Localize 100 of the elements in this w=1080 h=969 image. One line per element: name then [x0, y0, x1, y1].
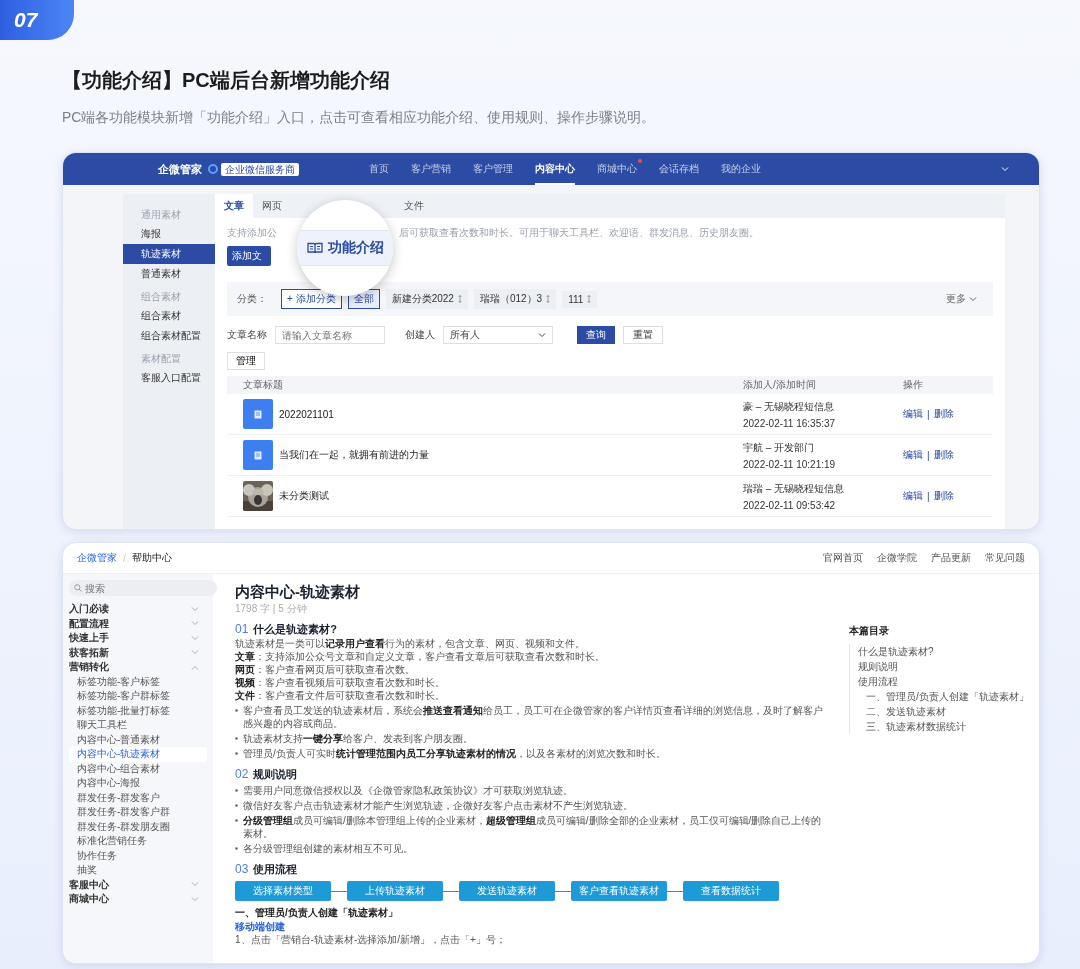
toc-link[interactable]: 二、发送轨迹素材 [866, 704, 946, 719]
delete-link[interactable]: 删除 [933, 407, 954, 421]
nav-item[interactable]: 内容中心-普通素材 [69, 732, 207, 747]
query-button[interactable]: 查询 [577, 326, 615, 344]
section-number: 02 [235, 766, 249, 782]
nav-section[interactable]: 获客拓新 [69, 645, 207, 660]
document-thumbnail [243, 440, 273, 470]
nav-item[interactable]: 协作任务 [69, 848, 207, 863]
section-number: 03 [235, 861, 249, 877]
top-link[interactable]: 产品更新 [931, 551, 971, 565]
bullet-text: 微信好友客户点击轨迹素材才能产生浏览轨迹，企微好友客户点击素材不产生浏览轨迹。 [243, 799, 633, 812]
top-link[interactable]: 企微学院 [877, 551, 917, 565]
document-thumbnail [243, 399, 273, 429]
tab[interactable]: 网页 [253, 194, 291, 218]
tab[interactable]: 文章 [215, 194, 253, 218]
nav-section[interactable]: 客服中心 [69, 877, 207, 892]
nav-tab[interactable]: 客户管理 [473, 153, 513, 185]
paragraph: 轨迹素材是一类可以记录用户查看行为的素材，包含文章、网页、视频和文件。 [235, 637, 586, 650]
nav-item[interactable]: 内容中心-轨迹素材 [69, 747, 207, 762]
column-header: 文章标题 [242, 378, 284, 392]
description-text: 支持添加公 [227, 226, 277, 240]
nav-tab[interactable]: 客户营销 [411, 153, 451, 185]
book-icon [306, 242, 323, 254]
nav-section[interactable]: 配置流程 [69, 616, 207, 631]
sidebar-item[interactable]: 普通素材 [123, 264, 215, 284]
add-button[interactable]: 添加文 [227, 246, 271, 266]
adder-text: 豪 – 无锡晓程短信息 [743, 399, 836, 414]
nav-item[interactable]: 内容中心-组合素材 [69, 761, 207, 776]
up-down-icon [546, 295, 551, 303]
edit-link[interactable]: 编辑 [903, 448, 923, 462]
category-chip[interactable]: 新建分类2022 [385, 289, 468, 309]
sidebar-group-label: 通用素材 [140, 208, 182, 222]
nav-item[interactable]: 标签功能-客户标签 [69, 674, 207, 689]
edit-link[interactable]: 编辑 [903, 489, 923, 503]
bullet-text: 各分级管理组创建的素材相互不可见。 [243, 842, 413, 855]
nav-item[interactable]: 标签功能-客户群标签 [69, 689, 207, 704]
nav-section[interactable]: 商城中心 [69, 892, 207, 907]
nav-item[interactable]: 聊天工具栏 [69, 718, 207, 733]
search-field[interactable]: 搜索 [69, 580, 217, 596]
edit-link[interactable]: 编辑 [903, 407, 923, 421]
nav-item[interactable]: 群发任务-群发客户群 [69, 805, 207, 820]
sidebar-item[interactable]: 组合素材配置 [123, 326, 215, 346]
breadcrumb-link[interactable]: 企微管家 [77, 551, 117, 565]
sidebar-item[interactable]: 组合素材 [123, 306, 215, 326]
nav-tab[interactable]: 首页 [369, 153, 389, 185]
section-heading: 使用流程 [253, 862, 298, 877]
separator-text: | [927, 449, 930, 461]
toc-link[interactable]: 三、轨迹素材数据统计 [866, 719, 966, 734]
top-link[interactable]: 常见问题 [985, 551, 1025, 565]
toc-link[interactable]: 规则说明 [858, 659, 898, 674]
article-title: 内容中心-轨迹素材 [235, 582, 361, 602]
description-text: 后可获取查看次数和时长。可用于聊天工具栏、欢迎语、群发消息、历史朋友圈。 [399, 226, 759, 240]
sidebar-item[interactable]: 轨迹素材 [123, 244, 215, 264]
nav-tab[interactable]: 商城中心 [597, 153, 637, 185]
added-time: 2022-02-11 16:35:37 [743, 417, 837, 429]
toc-link[interactable]: 一、管理员/负责人创建「轨迹素材」 [866, 689, 1029, 704]
nav-section[interactable]: 快速上手 [69, 631, 207, 646]
add-category-button[interactable]: + 添加分类 [281, 289, 342, 309]
chevron-down-icon [1001, 166, 1009, 172]
creator-dropdown[interactable]: 所有人 [443, 326, 553, 344]
toc-link[interactable]: 使用流程 [858, 674, 898, 689]
sidebar-item[interactable]: 海报 [123, 224, 215, 244]
paragraph: 1、点击「营销台-轨迹素材-选择添加/新增」，点击「+」号； [235, 933, 507, 946]
delete-link[interactable]: 删除 [933, 448, 954, 462]
nav-item[interactable]: 群发任务-群发客户 [69, 790, 207, 805]
sidebar-item[interactable]: 客服入口配置 [123, 368, 215, 388]
bullet-text: 轨迹素材支持一键分享给客户、发表到客户朋友圈。 [243, 732, 473, 745]
nav-tab[interactable]: 会话存档 [659, 153, 699, 185]
toc-link[interactable]: 什么是轨迹素材? [858, 644, 934, 659]
nav-item[interactable]: 内容中心-海报 [69, 776, 207, 791]
product-name: 企微管家 [158, 161, 202, 177]
article-meta: 1798 字 | 5 分钟 [235, 602, 308, 615]
delete-link[interactable]: 删除 [933, 489, 954, 503]
nav-item[interactable]: 标签功能-批量打标签 [69, 703, 207, 718]
nav-section[interactable]: 入门必读 [69, 602, 207, 617]
nav-tab[interactable]: 内容中心 [535, 153, 575, 185]
bullet-text: 管理员/负责人可实时统计管理范围内员工分享轨迹素材的情况，以及各素材的浏览次数和时长。 [243, 747, 666, 760]
nav-item[interactable]: 抽奖 [69, 863, 207, 878]
flow-step: 选择素材类型 [235, 881, 331, 901]
nav-section[interactable]: 营销转化 [69, 660, 207, 675]
tab[interactable]: 文件 [395, 194, 433, 218]
nav-item[interactable]: 群发任务-群发朋友圈 [69, 819, 207, 834]
paragraph: 视频：客户查看视频后可获取查看次数和时长。 [235, 676, 446, 689]
category-chip[interactable]: 瑞瑞（012）3 [473, 289, 557, 309]
nav-item[interactable]: 标准化营销任务 [69, 834, 207, 849]
reset-button[interactable]: 重置 [623, 326, 663, 344]
search-icon [74, 584, 82, 592]
adder-text: 瑞瑞 – 无锡晓程短信息 [743, 481, 846, 496]
flow-step: 发送轨迹素材 [459, 881, 555, 901]
bullet-text: 客户查看员工发送的轨迹素材后，系统会推送查看通知给员工，员工可在企微管家的客户详情页查看详细的浏览信息，及时了解客户感兴趣的内容或商品。 [243, 704, 824, 730]
feature-intro-button[interactable]: 功能介绍 [297, 230, 393, 266]
title-input-field[interactable]: 请输入文章名称 [275, 326, 385, 344]
manage-button[interactable]: 管理 [227, 352, 265, 370]
more-button[interactable]: 更多 [940, 291, 983, 307]
added-time: 2022-02-11 09:53:42 [743, 499, 837, 511]
partner-badge: 企业微信服务商 [221, 162, 299, 176]
nav-tab[interactable]: 我的企业 [721, 153, 761, 185]
top-link[interactable]: 官网首页 [823, 551, 863, 565]
category-chip[interactable]: 111 [562, 290, 598, 308]
bullet-text: 分级管理组成员可编辑/删除本管理组上传的企业素材，超级管理组成员可编辑/删除全部的企业素材，员工仅可编辑/删除自己上传的素材。 [243, 814, 823, 840]
